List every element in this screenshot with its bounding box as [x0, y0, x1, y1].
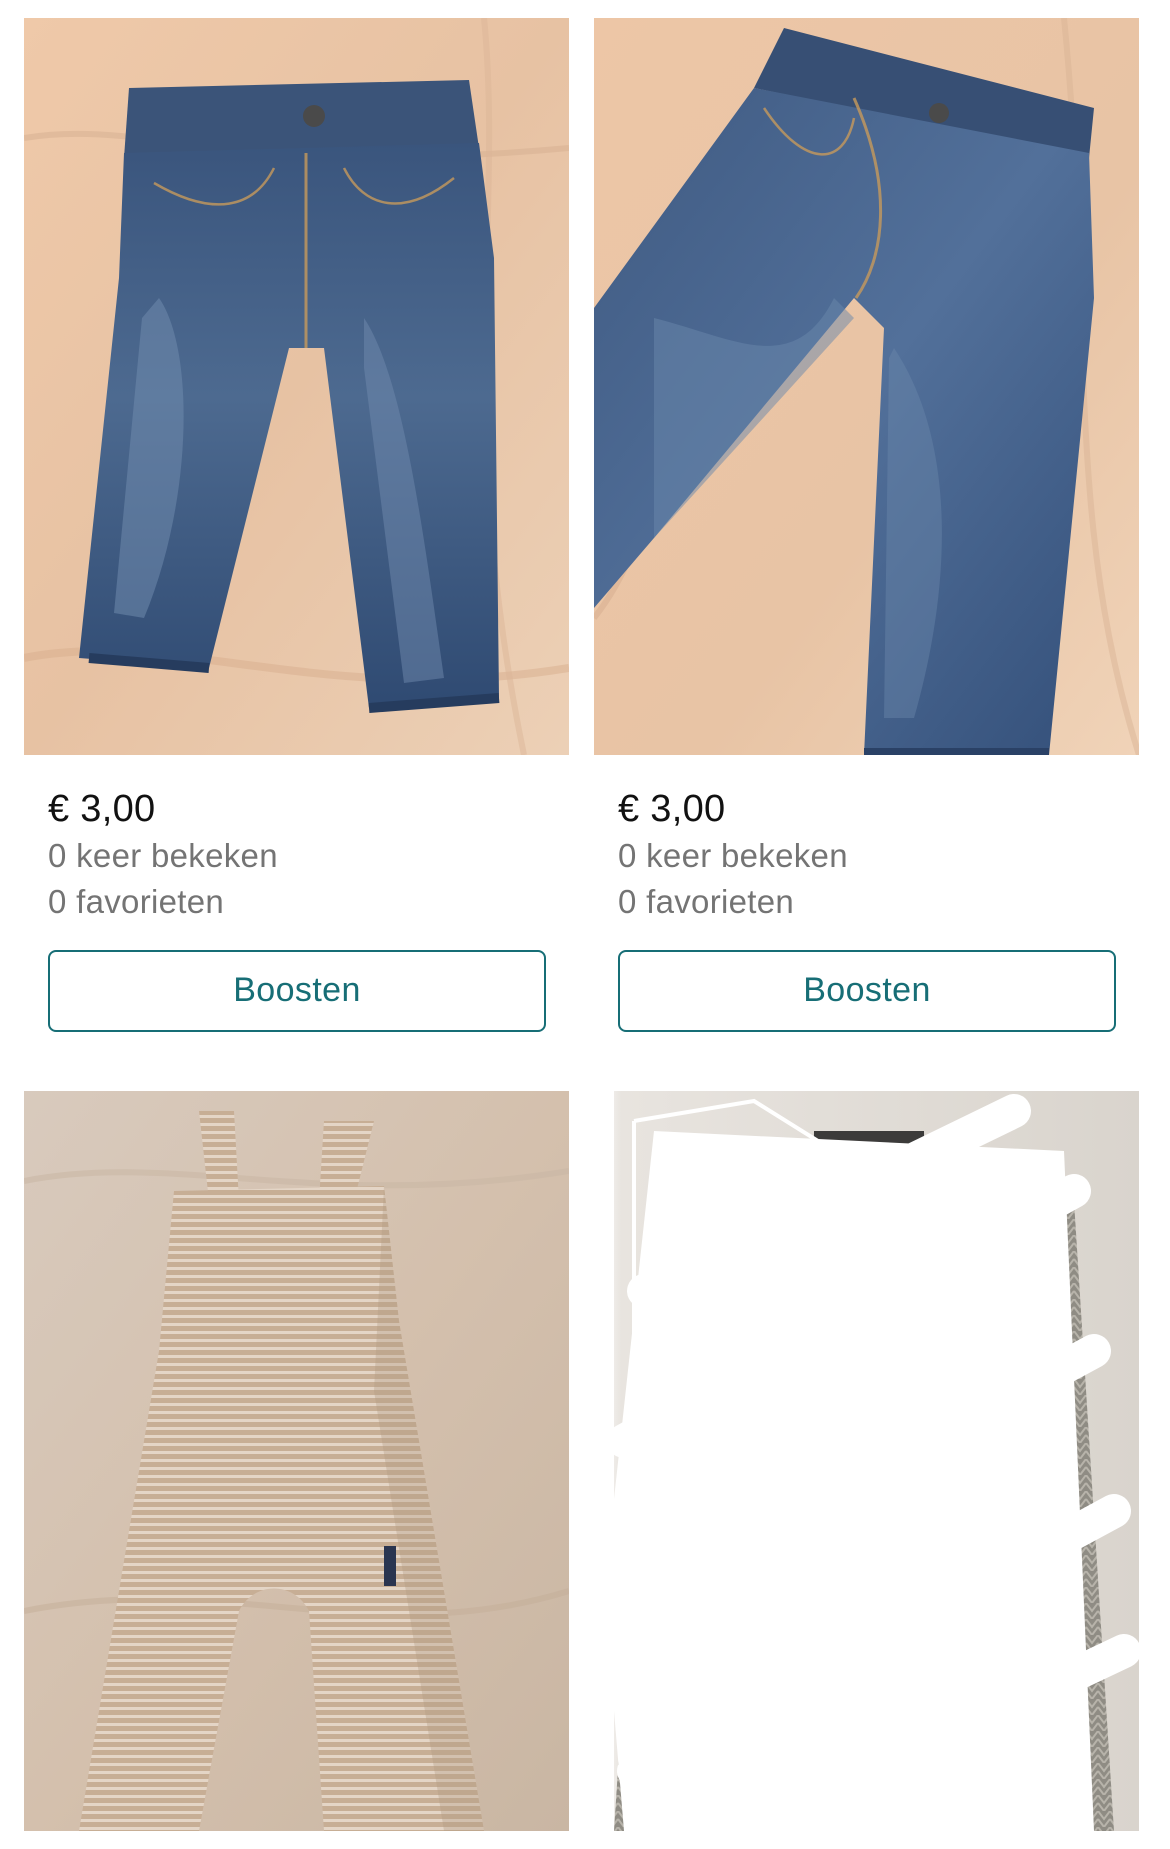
listing-card[interactable] — [594, 1091, 1139, 1831]
listing-photo-jeans-front[interactable] — [24, 18, 569, 755]
listing-views: 0 keer bekeken — [618, 837, 848, 874]
listing-price: € 3,00 — [48, 788, 156, 830]
listing-card[interactable]: € 3,00 0 keer bekeken 0 favorieten Boost… — [24, 18, 569, 1032]
jeans-side-image — [594, 18, 1139, 755]
listing-photo-censored-cardigan[interactable] — [594, 1091, 1139, 1831]
striped-dungarees-image — [24, 1091, 569, 1831]
listing-info: € 3,00 0 keer bekeken 0 favorieten Boost… — [594, 755, 1139, 1032]
listing-grid: € 3,00 0 keer bekeken 0 favorieten Boost… — [0, 0, 1170, 1849]
listing-price: € 3,00 — [618, 788, 726, 830]
listing-favorites: 0 favorieten — [48, 883, 225, 920]
censored-cardigan-image — [594, 1091, 1139, 1831]
boost-button[interactable]: Boosten — [48, 950, 546, 1032]
listing-card[interactable]: € 3,00 0 keer bekeken 0 favorieten Boost… — [594, 18, 1139, 1032]
jeans-front-image — [24, 18, 569, 755]
listing-favorites: 0 favorieten — [618, 883, 795, 920]
listing-views: 0 keer bekeken — [48, 837, 278, 874]
listing-photo-jeans-side[interactable] — [594, 18, 1139, 755]
boost-button[interactable]: Boosten — [618, 950, 1116, 1032]
listing-card[interactable] — [24, 1091, 569, 1831]
listing-photo-striped-dungarees[interactable] — [24, 1091, 569, 1831]
listing-info: € 3,00 0 keer bekeken 0 favorieten Boost… — [24, 755, 569, 1032]
